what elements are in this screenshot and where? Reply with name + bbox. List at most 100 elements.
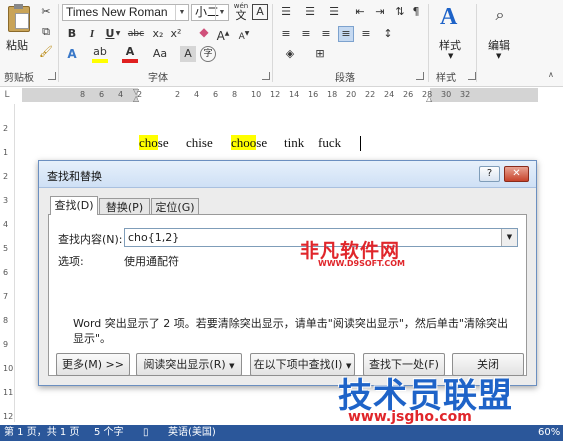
tab-panel: 查找内容(N): cho{1,2} ▼ 选项: 使用通配符 Word 突出显示了… (48, 214, 527, 376)
horizontal-ruler[interactable]: 8 6 4 2 2 4 6 8 10 12 14 16 18 20 22 24 26 28 30 32 ▽ △ △ (22, 88, 538, 103)
char-border-button[interactable]: A (252, 4, 268, 20)
tab-goto[interactable]: 定位(G) (151, 198, 199, 215)
ruler-tick: 1 (3, 148, 9, 157)
ruler-tick: 5 (3, 244, 9, 253)
zoom-level[interactable]: 60% (538, 425, 560, 441)
paragraph-group-label: 段落 (335, 73, 355, 84)
distributed-icon[interactable]: ≡ (358, 26, 374, 42)
align-right-icon[interactable]: ≡ (318, 26, 334, 42)
vertical-ruler: 2 1 2 3 4 5 6 7 8 9 10 11 12 (0, 104, 15, 422)
dialog-title-bar[interactable]: 查找和替换 ? ✕ (39, 161, 536, 188)
word-count[interactable]: 5 个字 (94, 425, 124, 441)
styles-label: 样式 (439, 39, 461, 52)
status-bar: 第 1 页，共 1 页 5 个字 ▯ 英语(美国) 60% (0, 425, 563, 441)
italic-button[interactable]: I (84, 26, 100, 42)
help-button[interactable]: ? (479, 166, 500, 182)
styles-button[interactable]: A 样式 ▼ (434, 4, 470, 64)
shrink-font-button[interactable]: A▼ (236, 26, 252, 42)
language-indicator[interactable]: 英语(美国) (168, 425, 216, 441)
styles-launcher[interactable] (468, 72, 476, 80)
font-launcher[interactable] (262, 72, 270, 80)
decrease-indent-icon[interactable]: ⇤ (352, 4, 368, 20)
ruler-tick: 8 (232, 90, 238, 99)
line-spacing-icon[interactable]: ↕ (380, 26, 396, 42)
chevron-down-icon[interactable]: ▼ (501, 229, 517, 246)
grow-font-button[interactable]: A▲ (215, 26, 231, 43)
copy-icon[interactable]: ⧉ (38, 24, 54, 40)
reading-highlight-button[interactable]: 阅读突出显示(R) ▼ (136, 353, 242, 376)
change-case-button[interactable]: Aa (150, 46, 170, 62)
strikethrough-button[interactable]: abc (126, 26, 146, 42)
right-indent-marker-icon[interactable]: △ (426, 95, 432, 103)
bullets-icon[interactable]: ☰ (278, 4, 294, 20)
align-center-icon[interactable]: ≡ (298, 26, 314, 42)
tab-replace[interactable]: 替换(P) (99, 198, 150, 215)
paragraph-launcher[interactable] (416, 72, 424, 80)
clear-format-icon[interactable]: ◆ (196, 24, 212, 40)
increase-indent-icon[interactable]: ⇥ (372, 4, 388, 20)
word-text: se (157, 135, 169, 150)
show-marks-icon[interactable]: ¶ (408, 4, 424, 20)
numbering-icon[interactable]: ☰ (302, 4, 318, 20)
find-replace-dialog: 查找和替换 ? ✕ 查找(D) 替换(P) 定位(G) 查找内容(N): cho… (38, 160, 537, 386)
options-value: 使用通配符 (124, 255, 179, 268)
char-shading-icon[interactable]: A (180, 46, 196, 62)
font-name-combo[interactable]: Times New Roman ▼ (62, 4, 189, 21)
highlight-color-button[interactable]: ab (92, 44, 108, 63)
justify-icon[interactable]: ≡ (338, 26, 354, 42)
ruler-tick: 10 (3, 364, 14, 373)
proofing-icon[interactable]: ▯ (143, 425, 149, 441)
collapse-ribbon-icon[interactable]: ∧ (548, 70, 554, 79)
word-text: fuck (318, 135, 342, 150)
paste-label: 粘贴 (6, 39, 28, 52)
multilevel-list-icon[interactable]: ☰ (326, 4, 342, 20)
enclose-char-icon[interactable]: 字 (200, 46, 216, 62)
ruler-tick: 9 (3, 340, 9, 349)
sort-icon[interactable]: ⇅ (392, 4, 408, 20)
find-label: 查找内容(N): (58, 233, 123, 246)
font-group-label: 字体 (148, 73, 168, 84)
dialog-title: 查找和替换 (47, 170, 102, 183)
ruler-tick: 32 (460, 90, 471, 99)
ruler-corner[interactable]: L (0, 88, 14, 102)
indent-marker-icon[interactable]: ▽ △ (133, 88, 139, 103)
clipboard-group-label: 剪贴板 (4, 73, 34, 84)
superscript-button[interactable]: x² (168, 26, 184, 42)
font-size-combo[interactable]: 小二 ▼ (191, 4, 229, 21)
phonetic-guide-button[interactable]: wén 文 (233, 2, 249, 22)
word-text: tink (284, 135, 305, 150)
paste-button[interactable]: 粘贴 (4, 4, 34, 52)
ruler-tick: 12 (270, 90, 281, 99)
text-effects-icon[interactable]: A (64, 46, 80, 62)
result-message: Word 突出显示了 2 项。若要清除突出显示，请单击"阅读突出显示"，然后单击… (73, 317, 508, 345)
shading-icon[interactable]: ◈ (282, 46, 298, 62)
font-color-button[interactable]: A (122, 44, 138, 63)
ruler-tick: 8 (3, 316, 9, 325)
watermark-top-en: WWW.D9SOFT.COM (318, 259, 406, 268)
tab-find[interactable]: 查找(D) (50, 196, 98, 215)
align-left-icon[interactable]: ≡ (278, 26, 294, 42)
ruler-tick: 8 (80, 90, 86, 99)
ruler-tick: 4 (3, 220, 9, 229)
borders-icon[interactable]: ⊞ (312, 46, 328, 62)
clipboard-launcher[interactable] (48, 72, 56, 80)
more-button[interactable]: 更多(M) >> (56, 353, 130, 376)
cut-icon[interactable]: ✂ (38, 4, 54, 20)
close-button[interactable]: ✕ (504, 166, 529, 182)
styles-icon: A (440, 4, 458, 30)
editing-label: 编辑 (488, 39, 510, 52)
ruler-tick: 6 (3, 268, 9, 277)
ruler-tick: 6 (99, 90, 105, 99)
underline-dropdown-icon[interactable]: ▼ (114, 26, 122, 42)
ruler-tick: 11 (3, 388, 14, 397)
page-count[interactable]: 第 1 页，共 1 页 (4, 425, 79, 441)
bold-button[interactable]: B (64, 26, 80, 42)
format-painter-icon[interactable]: 🖌 (38, 44, 54, 60)
find-input-value: cho{1,2} (128, 231, 180, 244)
ruler-tick: 10 (251, 90, 262, 99)
font-name-value: Times New Roman (66, 5, 168, 19)
chevron-down-icon: ▼ (215, 5, 228, 20)
editing-button[interactable]: ⌕ 编辑 ▼ (482, 4, 518, 64)
ribbon: 粘贴 ✂ ⧉ 🖌 剪贴板 Times New Roman ▼ 小二 ▼ wén … (0, 0, 563, 87)
subscript-button[interactable]: x₂ (150, 26, 166, 42)
